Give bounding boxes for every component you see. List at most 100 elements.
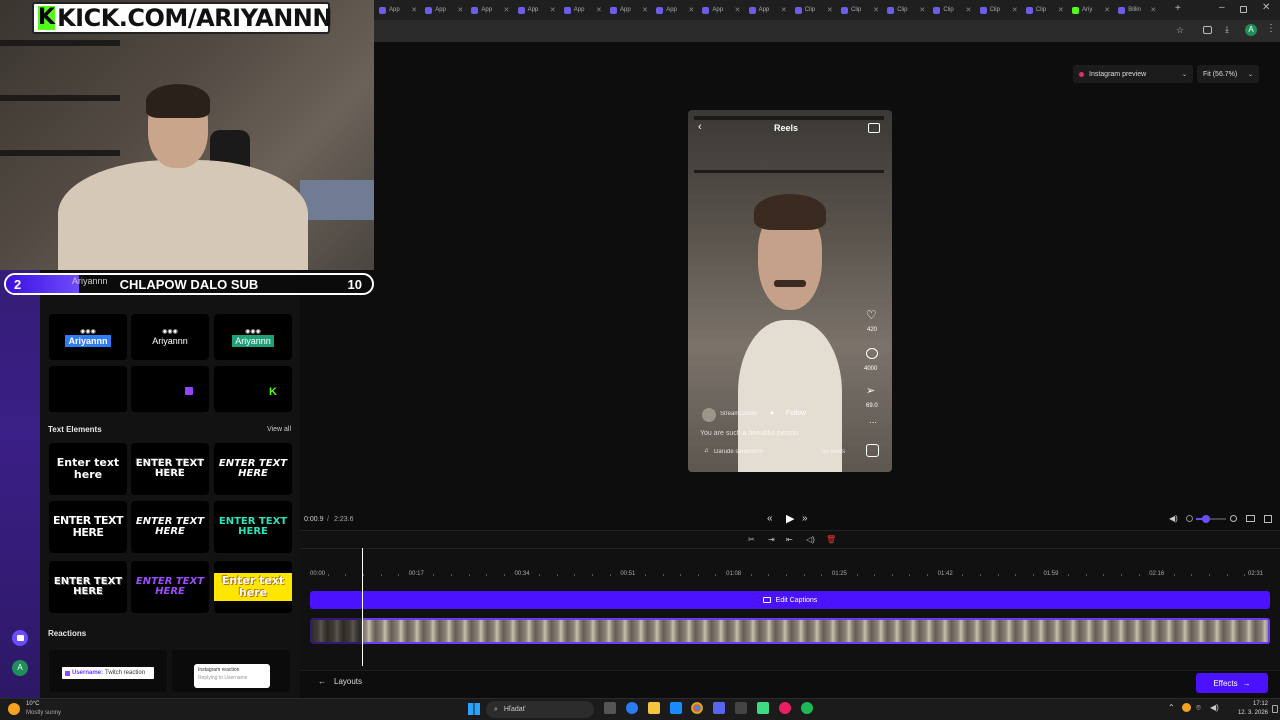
spotify-icon[interactable] xyxy=(801,702,813,714)
close-tab-icon[interactable]: ✕ xyxy=(411,6,417,14)
tray-chevron-icon[interactable]: ⌃ xyxy=(1168,703,1175,712)
browser-tab[interactable]: App ✕ xyxy=(422,2,466,18)
browser-tab[interactable]: App ✕ xyxy=(746,2,790,18)
text-tile[interactable]: Enter text here xyxy=(49,443,127,495)
maximize-button[interactable] xyxy=(1240,6,1247,13)
app-icon[interactable] xyxy=(757,702,769,714)
kick-tile[interactable]: K xyxy=(214,366,292,412)
edit-captions-button[interactable]: Edit Captions xyxy=(310,591,1270,609)
zoom-dropdown[interactable]: Fit (56.7%) ⌄ xyxy=(1197,65,1259,83)
browser-tab[interactable]: Clip ✕ xyxy=(792,2,836,18)
menu-icon[interactable]: ⋮ xyxy=(1266,23,1276,34)
discord-icon[interactable] xyxy=(713,702,725,714)
instagram-reaction-tile[interactable]: Instagram reaction Replying to Username xyxy=(172,650,290,692)
browser-tab[interactable]: Billin ✕ xyxy=(1115,2,1159,18)
zoom-out-icon[interactable] xyxy=(1186,515,1193,522)
copilot-icon[interactable] xyxy=(626,702,638,714)
more-icon[interactable]: ⋯ xyxy=(869,418,877,427)
notification-icon[interactable] xyxy=(1272,705,1278,713)
clock-date[interactable]: 12. 3. 2026 xyxy=(1226,710,1268,716)
comment-icon[interactable] xyxy=(866,348,878,359)
name-tile-green[interactable]: ◉◉◉ Ariyannn xyxy=(214,314,292,360)
text-tile[interactable]: ENTER TEXT HERE xyxy=(49,561,127,613)
close-tab-icon[interactable]: ✕ xyxy=(827,6,833,14)
playhead[interactable] xyxy=(362,548,363,666)
close-tab-icon[interactable]: ✕ xyxy=(1058,6,1064,14)
camera-icon[interactable] xyxy=(868,123,880,133)
trim-start-icon[interactable]: ⇥ xyxy=(768,535,775,544)
taskbar-search[interactable]: ⌕ Hľadať xyxy=(486,701,594,718)
terminal-icon[interactable] xyxy=(735,702,747,714)
effects-button[interactable]: Effects → xyxy=(1196,673,1268,693)
browser-tab[interactable]: App ✕ xyxy=(561,2,605,18)
close-tab-icon[interactable]: ✕ xyxy=(642,6,648,14)
close-tab-icon[interactable]: ✕ xyxy=(966,6,972,14)
network-icon[interactable]: ⌾ xyxy=(1196,703,1201,713)
file-explorer-icon[interactable] xyxy=(648,702,660,714)
close-tab-icon[interactable]: ✕ xyxy=(504,6,510,14)
text-tile[interactable]: ENTER TEXT HERE xyxy=(214,443,292,495)
user-avatar[interactable]: A xyxy=(12,660,28,676)
share-icon[interactable]: ➢ xyxy=(866,384,875,397)
follow-button[interactable]: Follow xyxy=(786,410,806,417)
tray-app-icon[interactable] xyxy=(1182,703,1191,712)
browser-tab[interactable]: Ariy ✕ xyxy=(1069,2,1113,18)
close-tab-icon[interactable]: ✕ xyxy=(781,6,787,14)
browser-tab[interactable]: Clip ✕ xyxy=(930,2,974,18)
browser-tab[interactable]: Clip ✕ xyxy=(838,2,882,18)
minimize-button[interactable]: – xyxy=(1219,2,1225,13)
browser-tab[interactable]: App ✕ xyxy=(515,2,559,18)
chat-button[interactable] xyxy=(12,630,28,646)
browser-tab[interactable]: App ✕ xyxy=(468,2,512,18)
chrome-icon[interactable] xyxy=(691,702,703,714)
store-icon[interactable] xyxy=(670,702,682,714)
play-icon[interactable]: ▶ xyxy=(786,512,794,525)
volume-icon[interactable]: ◀) xyxy=(1169,514,1178,523)
layouts-button[interactable]: ← Layouts xyxy=(318,677,362,686)
close-tab-icon[interactable]: ✕ xyxy=(596,6,602,14)
text-tile[interactable]: ENTER TEXT HERE xyxy=(131,443,209,495)
browser-tab[interactable]: Clip ✕ xyxy=(977,2,1021,18)
close-tab-icon[interactable]: ✕ xyxy=(1150,6,1156,14)
clock-time[interactable]: 17:12 xyxy=(1226,701,1268,707)
delete-icon[interactable]: 🗑 xyxy=(826,535,836,544)
close-tab-icon[interactable]: ✕ xyxy=(688,6,694,14)
star-icon[interactable]: ☆ xyxy=(1176,25,1184,36)
rewind-icon[interactable]: « xyxy=(767,513,773,524)
browser-tab[interactable]: Clip ✕ xyxy=(1023,2,1067,18)
extensions-icon[interactable] xyxy=(1203,26,1212,34)
close-tab-icon[interactable]: ✕ xyxy=(550,6,556,14)
text-tile[interactable]: Enter text here xyxy=(214,561,292,613)
speaker-icon[interactable]: ◀) xyxy=(1210,703,1219,712)
browser-tab[interactable]: App ✕ xyxy=(699,2,743,18)
task-view-icon[interactable] xyxy=(604,702,616,714)
video-track[interactable] xyxy=(310,618,1270,644)
close-tab-icon[interactable]: ✕ xyxy=(1012,6,1018,14)
fit-icon[interactable] xyxy=(1246,515,1255,522)
zoom-slider-handle[interactable] xyxy=(1202,515,1210,523)
browser-tab[interactable]: Clip ✕ xyxy=(884,2,928,18)
audio-thumbnail[interactable] xyxy=(866,444,879,457)
start-icon[interactable] xyxy=(468,703,480,715)
blank-tile[interactable] xyxy=(49,366,127,412)
close-tab-icon[interactable]: ✕ xyxy=(457,6,463,14)
text-tile[interactable]: ENTER TEXT HERE xyxy=(131,561,209,613)
mute-icon[interactable]: ◁) xyxy=(806,535,815,544)
twitch-reaction-tile[interactable]: Username: Twitch reaction xyxy=(49,650,167,692)
back-icon[interactable]: ‹ xyxy=(698,121,702,133)
heart-icon[interactable]: ♡ xyxy=(866,308,877,322)
profile-avatar[interactable]: A xyxy=(1245,24,1257,36)
view-all-link[interactable]: View all xyxy=(267,426,291,433)
text-tile[interactable]: ENTER TEXT HERE xyxy=(131,501,209,553)
close-tab-icon[interactable]: ✕ xyxy=(873,6,879,14)
name-tile-plain[interactable]: ◉◉◉ Ariyannn xyxy=(131,314,209,360)
twitch-tile[interactable] xyxy=(131,366,209,412)
text-tile[interactable]: ENTER TEXT HERE xyxy=(49,501,127,553)
close-tab-icon[interactable]: ✕ xyxy=(735,6,741,14)
close-window-button[interactable]: ✕ xyxy=(1262,2,1270,13)
app-icon[interactable] xyxy=(779,702,791,714)
preview-dropdown[interactable]: Instagram preview ⌄ xyxy=(1073,65,1193,83)
new-tab-button[interactable]: + xyxy=(1175,3,1181,14)
zoom-in-icon[interactable] xyxy=(1230,515,1237,522)
close-tab-icon[interactable]: ✕ xyxy=(919,6,925,14)
